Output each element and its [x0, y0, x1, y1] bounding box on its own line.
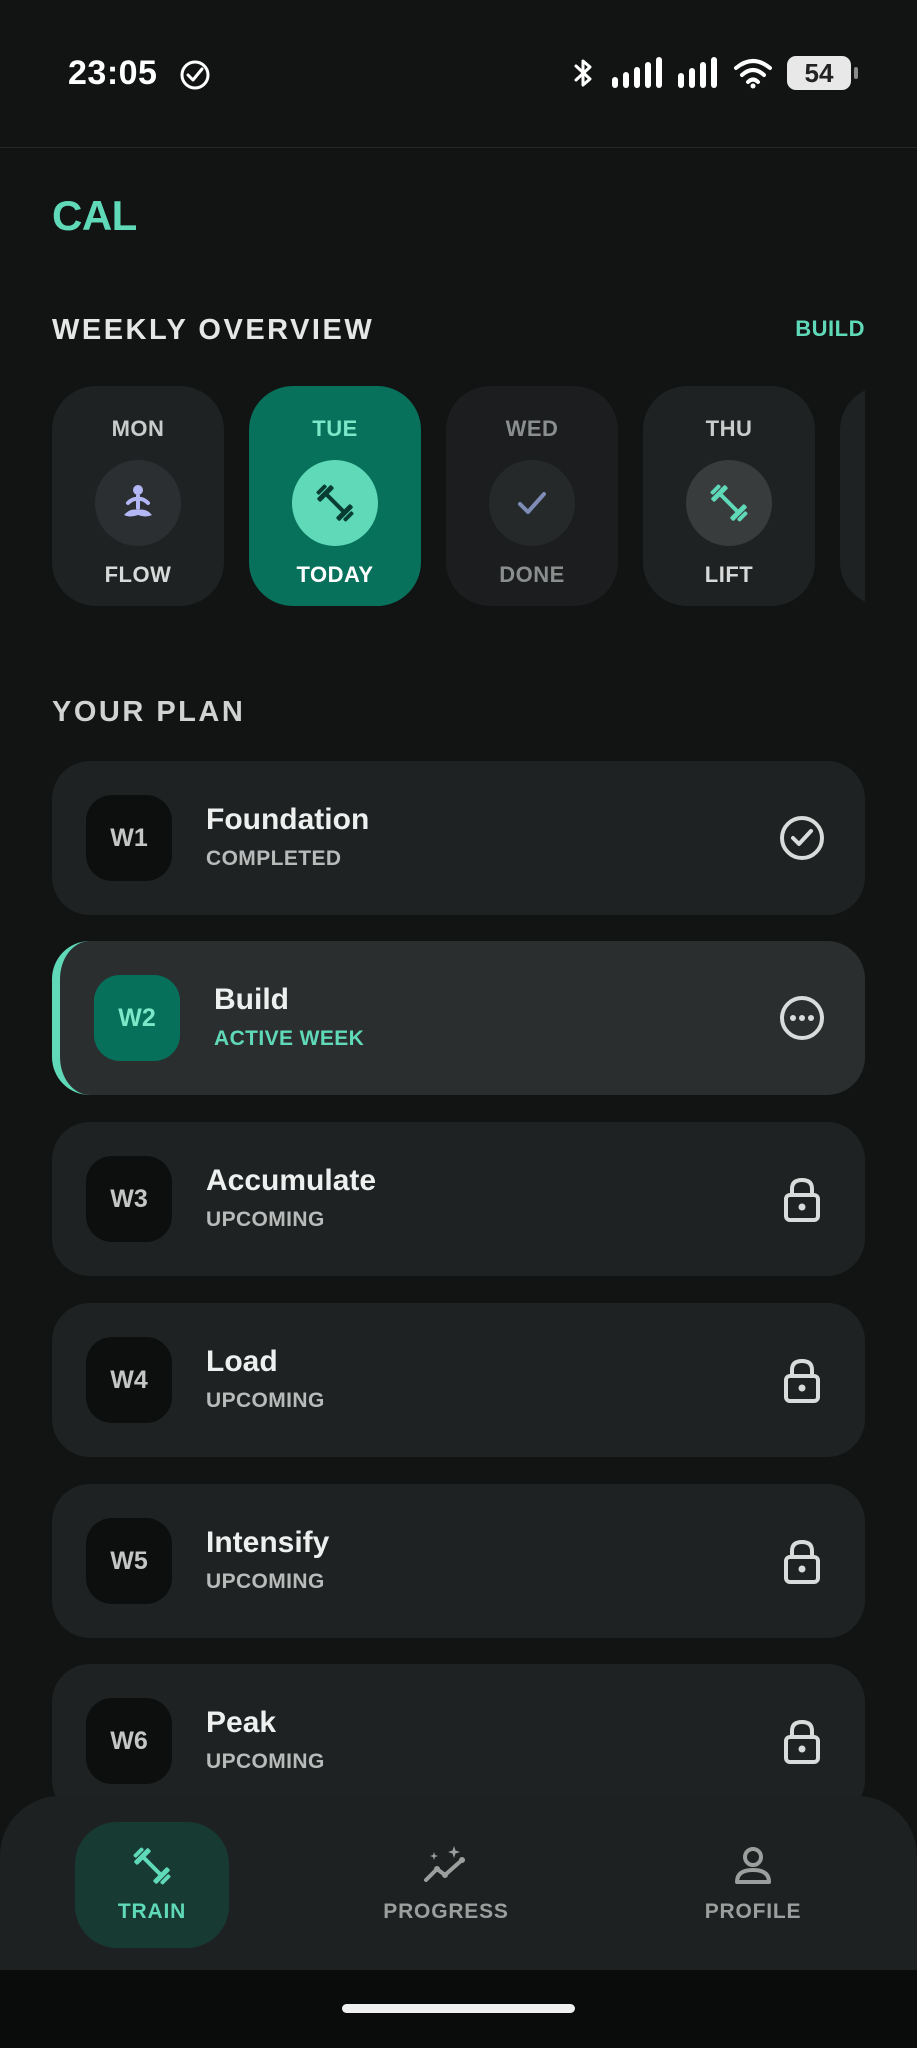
bottom-nav: TRAIN PROGRESS PROFILE — [0, 1796, 917, 1970]
plan-week-4[interactable]: W4 Load UPCOMING — [52, 1303, 865, 1457]
week-badge: W3 — [86, 1156, 172, 1242]
nav-label: PROFILE — [704, 1900, 802, 1923]
check-circle-icon — [780, 816, 824, 860]
person-icon — [735, 1847, 771, 1884]
dumbbell-icon — [316, 484, 354, 522]
week-status: ACTIVE WEEK — [214, 1027, 365, 1050]
day-carousel[interactable]: MON FLOW TUE TODAY WED DONE THU LIFT — [52, 386, 865, 606]
week-status: UPCOMING — [206, 1208, 325, 1231]
battery-level: 54 — [804, 57, 834, 88]
week-title: Peak — [206, 1706, 277, 1739]
more-circle-icon[interactable] — [777, 993, 827, 1043]
week-title: Foundation — [206, 803, 370, 836]
week-status: UPCOMING — [206, 1750, 325, 1773]
week-badge: W5 — [86, 1518, 172, 1604]
lock-icon — [784, 1177, 820, 1222]
meditation-icon — [124, 485, 152, 517]
dumbbell-icon — [710, 484, 748, 522]
plan-week-6[interactable]: W6 Peak UPCOMING — [52, 1664, 865, 1818]
bluetooth-icon — [574, 59, 592, 87]
day-status: FLOW — [104, 562, 172, 587]
day-card-wed[interactable]: WED DONE — [446, 386, 618, 606]
wifi-icon — [734, 59, 772, 89]
dumbbell-icon — [133, 1847, 171, 1885]
day-card-thu[interactable]: THU LIFT — [643, 386, 815, 606]
status-bar: 23:05 54 — [0, 0, 917, 148]
day-name: TUE — [312, 416, 358, 441]
nav-train[interactable]: TRAIN — [75, 1822, 229, 1948]
battery-icon: 54 — [787, 56, 858, 90]
day-card-mon[interactable]: MON FLOW — [52, 386, 224, 606]
plan-week-3[interactable]: W3 Accumulate UPCOMING — [52, 1122, 865, 1276]
day-name: THU — [705, 416, 753, 441]
plan-week-1[interactable]: W1 Foundation COMPLETED — [52, 761, 865, 915]
day-status: LIFT — [704, 562, 754, 587]
status-time: 23:05 — [68, 54, 158, 92]
check-icon — [518, 492, 546, 514]
lock-icon — [784, 1719, 820, 1764]
day-name: WED — [505, 416, 559, 441]
check-circle-icon — [180, 60, 210, 90]
home-indicator[interactable] — [342, 2004, 575, 2013]
day-card-tue[interactable]: TUE TODAY — [249, 386, 421, 606]
lock-icon — [784, 1358, 820, 1403]
week-title: Load — [206, 1345, 278, 1378]
app-logo: CAL — [52, 192, 137, 239]
signal-icon — [678, 57, 717, 88]
weekly-overview-title: WEEKLY OVERVIEW — [52, 314, 375, 346]
your-plan-title: YOUR PLAN — [52, 696, 246, 728]
nav-profile[interactable]: PROFILE — [676, 1822, 830, 1948]
progress-chart-icon — [424, 1846, 465, 1882]
week-badge: W2 — [94, 975, 180, 1061]
nav-progress[interactable]: PROGRESS — [369, 1822, 523, 1948]
plan-week-5[interactable]: W5 Intensify UPCOMING — [52, 1484, 865, 1638]
week-status: UPCOMING — [206, 1389, 325, 1412]
day-status: TODAY — [296, 562, 374, 587]
week-title: Accumulate — [206, 1164, 377, 1197]
weekly-phase-link[interactable]: BUILD — [795, 316, 865, 342]
week-badge: W6 — [86, 1698, 172, 1784]
day-name: MON — [111, 416, 165, 441]
week-status: COMPLETED — [206, 847, 342, 870]
nav-label: PROGRESS — [383, 1900, 509, 1923]
week-status: UPCOMING — [206, 1570, 325, 1593]
week-badge: W4 — [86, 1337, 172, 1423]
lock-icon — [784, 1539, 820, 1584]
signal-icon — [612, 57, 662, 88]
week-badge: W1 — [86, 795, 172, 881]
nav-label: TRAIN — [117, 1900, 187, 1923]
plan-week-2[interactable]: W2 Build ACTIVE WEEK — [52, 941, 865, 1095]
day-card-fri[interactable] — [840, 386, 865, 606]
week-title: Intensify — [206, 1526, 330, 1559]
week-title: Build — [214, 983, 289, 1016]
day-status: DONE — [499, 562, 565, 587]
